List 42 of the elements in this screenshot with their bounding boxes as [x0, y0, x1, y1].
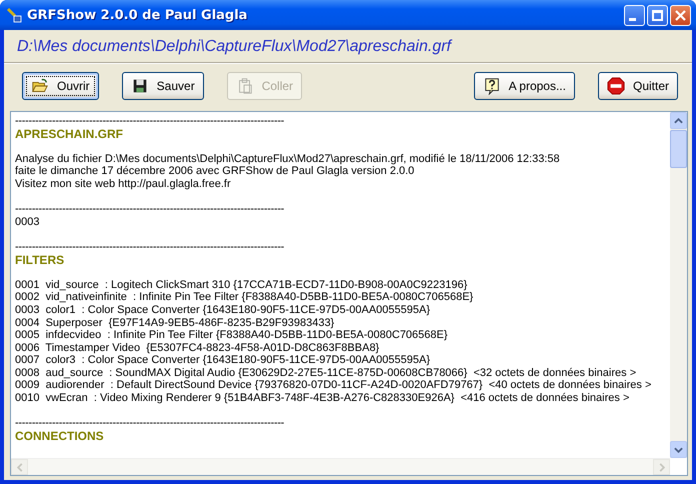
section-heading: APRESCHAIN.GRF — [15, 128, 124, 140]
scroll-down-button[interactable] — [670, 441, 687, 458]
text-area[interactable] — [10, 111, 688, 476]
toolbar-button[interactable]: Ouvrir — [22, 72, 99, 100]
text-line: 0005 infdecvideo : Infinite Pin Tee Filter {F8388A40-D5BB-11D0-BE5A-0080C706568E} — [15, 329, 449, 342]
dashed-rule-text: -------------------------------------------------------------------------------- — [15, 115, 286, 128]
stop-sign-icon — [606, 77, 625, 95]
maximize-icon — [652, 10, 663, 20]
text-line: 0004 Superposer {E97F14A9-9EB5-486F-8235-B29F93983433} — [15, 316, 336, 330]
dashed-rule-text: -------------------------------------------------------------------------------- — [15, 240, 286, 254]
dashed-rule-text: -------------------------------------------------------------------------------- — [15, 417, 286, 430]
folder-icon — [31, 77, 49, 95]
text-line: 0009 audiorender : Default DirectSound Device {79376820-07D0-11CF-A24D-0020AFD79767} <40 octets de données binaires > — [15, 379, 652, 392]
text-line: 0006 Timestamper Video {E5307FC4-8823-4F58-A01D-D8C863F8BBA8} — [15, 342, 380, 354]
section-heading: FILTERS — [15, 254, 66, 266]
close-icon — [675, 10, 686, 20]
app-icon — [6, 7, 22, 23]
text-line: 0003 — [15, 216, 40, 228]
scroll-thumb[interactable] — [670, 130, 687, 168]
text-line: faite le dimanche 17 décembre 2006 avec GRFShow de Paul Glagla version 2.0.0 — [15, 165, 416, 178]
dashed-rule-text: -------------------------------------------------------------------------------- — [15, 203, 286, 216]
scroll-up-button[interactable] — [670, 112, 687, 129]
text-line: 0007 color3 : Color Space Converter {1643E180-90F5-11CE-97D5-00AA0055595A} — [15, 354, 432, 367]
vertical-scrollbar[interactable] — [670, 112, 687, 458]
minimize-icon — [628, 18, 636, 20]
section-heading: CONNECTIONS — [15, 430, 105, 442]
toolbar-button[interactable]: Sauver — [122, 72, 204, 100]
toolbar-button[interactable]: A propos... — [474, 72, 575, 100]
close-button[interactable] — [670, 4, 691, 26]
text-line: 0003 color1 : Color Space Converter {1643E180-90F5-11CE-97D5-00AA0055595A} — [15, 304, 432, 316]
maximize-button[interactable] — [647, 4, 668, 26]
text-line: Visitez mon site web http://paul.glagla.free.fr — [15, 178, 232, 191]
toolbar-button[interactable]: Quitter — [598, 72, 678, 100]
help-icon — [482, 77, 501, 95]
window-title: GRFShow 2.0.0 de Paul Glagla — [27, 8, 248, 22]
minimize-button[interactable] — [624, 4, 645, 26]
text-line: 0008 aud_source : SoundMAX Digital Audio {E30629D2-27E5-11CE-875D-00608CB78066} <32 octets de données binaires > — [15, 366, 638, 380]
text-line: 0010 vwEcran : Video Mixing Renderer 9 {51B4ABF3-748F-4E3B-A276-C828330E926A} <416 octets de données binaires > — [15, 392, 630, 405]
text-line: Analyse du fichier D:\Mes documents\Delphi\CaptureFlux\Mod27\apreschain.grf, modifié le 18/11/2006 12:33:58 — [15, 152, 561, 166]
text-line: 0002 vid_nativeinfinite : Infinite Pin Tee Filter {F8388A40-D5BB-11D0-BE5A-0080C706568E} — [15, 291, 474, 304]
file-path: D:\Mes documents\Delphi\CaptureFlux\Mod27\apreschain.grf — [16, 37, 454, 57]
text-line: 0001 vid_source : Logitech ClickSmart 310 {17CCA71B-ECD7-11D0-B908-00A0C9223196} — [15, 278, 468, 292]
